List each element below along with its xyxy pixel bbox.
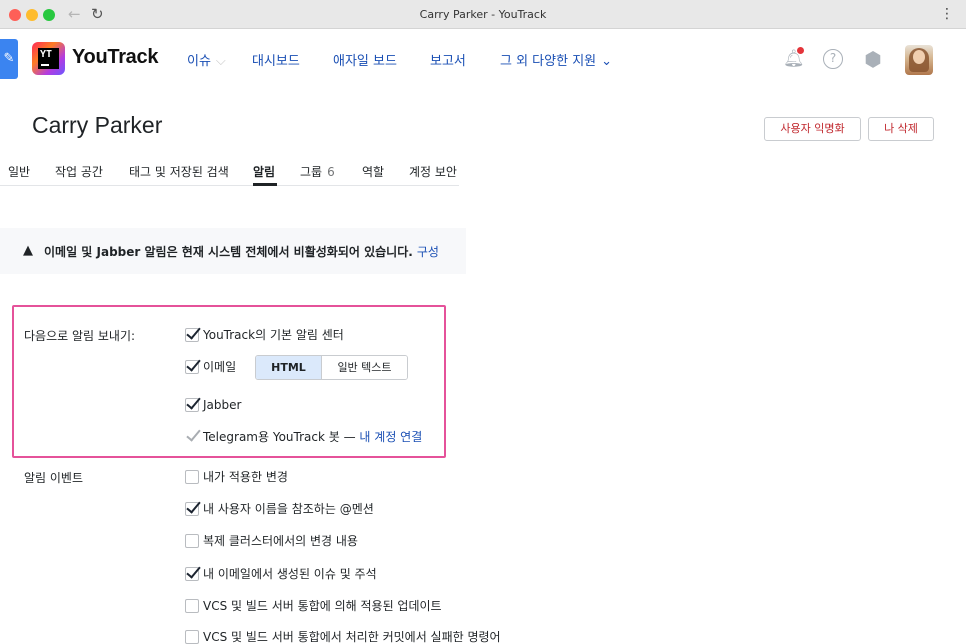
inbox-checkbox[interactable] [185,327,199,342]
event-vcs-updates-checkbox[interactable] [185,598,199,613]
notification-badge [797,47,804,54]
event-mentions-checkbox[interactable] [185,501,199,516]
option-inbox-label: YouTrack의 기본 알림 센터 [203,328,344,342]
event-own-changes-checkbox[interactable] [185,469,199,484]
nav-more-label: 그 외 다양한 지원 [500,54,597,69]
nav-reports[interactable]: 보고서 [430,50,466,69]
email-checkbox[interactable] [185,359,199,374]
nav-issues-label: 이슈 [187,54,211,69]
option-email[interactable]: 이메일 [185,359,236,375]
event-email-issues[interactable]: 내 이메일에서 생성된 이슈 및 주석 [185,566,377,582]
logo-text[interactable]: YouTrack [72,46,158,69]
event-duplicate-cluster[interactable]: 복제 클러스터에서의 변경 내용 [185,533,358,549]
tab-groups[interactable]: 그룹 6 [300,163,335,180]
option-jabber-label: Jabber [203,398,242,412]
youtrack-logo[interactable]: YT [32,42,65,75]
event-vcs-updates[interactable]: VCS 및 빌드 서버 통합에 의해 적용된 업데이트 [185,598,442,614]
chevron-down-icon: ⌄ [601,54,613,69]
nav-more[interactable]: 그 외 다양한 지원 ⌄ [500,50,612,69]
event-vcs-updates-label: VCS 및 빌드 서버 통합에 의해 적용된 업데이트 [203,599,442,613]
app-header: ✎ YT YouTrack 이슈 ⌵ 대시보드 애자일 보드 보고서 그 외 다양… [0,29,966,90]
banner-configure-link[interactable]: 구성 [417,245,439,259]
kebab-menu-icon[interactable]: ⋮ [940,5,954,23]
tab-workspace[interactable]: 작업 공간 [55,163,103,180]
tab-account-security[interactable]: 계정 보안 [409,163,457,180]
option-jabber[interactable]: Jabber [185,397,241,413]
event-vcs-failed-commands-checkbox[interactable] [185,629,199,644]
send-via-label: 다음으로 알림 보내기: [24,329,136,343]
connect-account-link[interactable]: 내 계정 연결 [359,430,422,444]
event-mentions[interactable]: 내 사용자 이름을 참조하는 @멘션 [185,501,374,517]
logo-mark-text: YT [40,49,53,60]
events-label: 알림 이벤트 [24,471,84,485]
tab-general[interactable]: 일반 [8,163,30,180]
warning-icon: ▲ [23,243,33,258]
option-telegram-label: Telegram용 YouTrack 봇 — [203,430,356,444]
chevron-down-icon[interactable]: ⌵ [216,54,226,69]
tab-roles[interactable]: 역할 [362,163,384,180]
banner-text: 이메일 및 Jabber 알림은 현재 시스템 전체에서 비활성화되어 있습니다… [44,245,413,259]
avatar[interactable] [905,45,933,75]
event-own-changes[interactable]: 내가 적용한 변경 [185,469,288,485]
browser-chrome: ← ↻ Carry Parker - YouTrack ⋮ [0,0,966,29]
event-duplicate-cluster-checkbox[interactable] [185,533,199,548]
page-title: Carry Parker [32,112,163,138]
nav-dashboard[interactable]: 대시보드 [252,50,300,69]
hexagon-settings-icon[interactable]: ⬢ [863,49,883,69]
tab-groups-count: 6 [327,165,335,179]
warning-banner: ▲ 이메일 및 Jabber 알림은 현재 시스템 전체에서 비활성화되어 있습… [0,228,466,274]
window-title: Carry Parker - YouTrack [419,8,547,21]
tab-groups-label: 그룹 [300,165,323,179]
profile-tabs: 일반 작업 공간 태그 및 저장된 검색 알림 그룹 6 역할 계정 보안 [0,155,459,186]
event-vcs-failed-commands[interactable]: VCS 및 빌드 서버 통합에서 처리한 커밋에서 실패한 명령어 [185,629,501,644]
email-format-toggle: HTML 일반 텍스트 [255,355,408,380]
event-duplicate-cluster-label: 복제 클러스터에서의 변경 내용 [203,534,358,548]
tab-tags-saved-searches[interactable]: 태그 및 저장된 검색 [129,163,229,180]
nav-agile-boards[interactable]: 애자일 보드 [333,50,397,69]
event-email-issues-checkbox[interactable] [185,566,199,581]
active-tab-indicator [253,183,277,186]
format-html-button[interactable]: HTML [256,356,322,379]
nav-issues[interactable]: 이슈 ⌵ [187,50,226,69]
event-vcs-failed-commands-label: VCS 및 빌드 서버 통합에서 처리한 커밋에서 실패한 명령어 [203,630,501,644]
format-plain-text-button[interactable]: 일반 텍스트 [322,356,407,379]
event-own-changes-label: 내가 적용한 변경 [203,470,288,484]
banner-message: 이메일 및 Jabber 알림은 현재 시스템 전체에서 비활성화되어 있습니다… [44,243,439,260]
telegram-checkbox [185,430,199,444]
feather-icon[interactable]: ✎ [0,39,18,79]
option-telegram: Telegram용 YouTrack 봇 — 내 계정 연결 [185,429,422,445]
anonymize-user-button[interactable]: 사용자 익명화 [764,117,861,141]
tab-notifications[interactable]: 알림 [253,163,275,180]
jabber-checkbox[interactable] [185,397,199,412]
event-email-issues-label: 내 이메일에서 생성된 이슈 및 주석 [203,567,377,581]
option-inbox[interactable]: YouTrack의 기본 알림 센터 [185,327,344,343]
event-mentions-label: 내 사용자 이름을 참조하는 @멘션 [203,502,374,516]
option-email-label: 이메일 [203,360,237,374]
help-icon[interactable]: ? [823,49,843,69]
delete-me-button[interactable]: 나 삭제 [868,117,934,141]
